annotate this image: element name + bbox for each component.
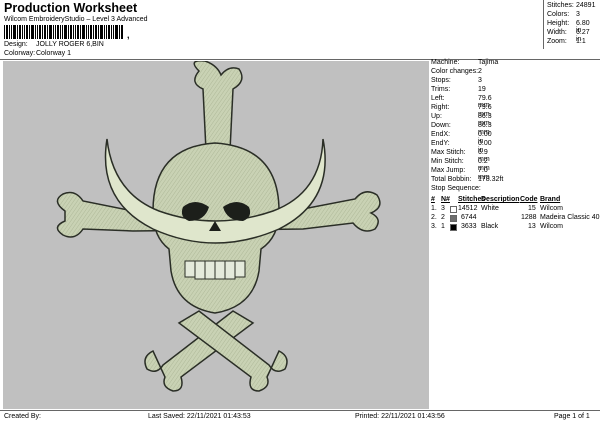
row-stitches: 14512 bbox=[458, 205, 478, 212]
col-header-code: Code bbox=[520, 196, 538, 203]
stat-value: 3 bbox=[576, 11, 580, 18]
barcode-suffix: , bbox=[127, 30, 130, 40]
prop-label: Right: bbox=[431, 104, 450, 111]
row-description: Black bbox=[481, 223, 499, 230]
prop-label: Trims: bbox=[431, 86, 451, 93]
stats-box: Stitches: 24891 Colors: 3 Height: 6.80 in W… bbox=[543, 0, 600, 49]
printed-date: Printed: 22/11/2021 01:43:56 bbox=[355, 413, 445, 420]
colorway-value: Colorway 1 bbox=[36, 50, 72, 57]
row-num: 1. bbox=[431, 205, 437, 212]
prop-label: Max Stitch: bbox=[431, 149, 466, 156]
stat-label: Stitches: bbox=[547, 2, 574, 9]
prop-row: Up: 86.3 mm bbox=[431, 113, 492, 127]
row-code: 13 bbox=[528, 223, 536, 230]
stat-stitches: Stitches: 24891 bbox=[547, 2, 595, 9]
row-needle: 2 bbox=[441, 214, 445, 221]
row-brand: Wilcom bbox=[540, 205, 563, 212]
stat-label: Height: bbox=[547, 20, 570, 27]
color-swatch bbox=[450, 206, 457, 213]
footer: Created By: Last Saved: 22/11/2021 01:43… bbox=[0, 410, 600, 425]
row-num: 2. bbox=[431, 214, 437, 221]
prop-value: Tajima bbox=[478, 59, 499, 66]
prop-label: EndX: bbox=[431, 131, 451, 138]
row-stitches: 6744 bbox=[461, 214, 477, 221]
color-swatch bbox=[450, 224, 457, 231]
prop-label: Down: bbox=[431, 122, 451, 129]
prop-label: Stops: bbox=[431, 77, 451, 84]
prop-label: Color changes: bbox=[431, 68, 479, 75]
prop-value: 2 bbox=[478, 68, 482, 75]
stat-label: Colors: bbox=[547, 11, 570, 18]
prop-label: Machine: bbox=[431, 59, 460, 66]
prop-label: Max Jump: bbox=[431, 167, 466, 174]
prop-row: Left: 79.6 mm bbox=[431, 95, 492, 109]
skull-crossbones-artwork bbox=[56, 59, 381, 392]
prop-row: EndX: 0.00 in bbox=[431, 131, 492, 145]
prop-row: Right: 79.6 mm bbox=[431, 104, 492, 118]
last-saved: Last Saved: 22/11/2021 01:43:53 bbox=[148, 413, 251, 420]
barcode bbox=[4, 25, 123, 39]
prop-row: Stops: 3 bbox=[431, 77, 482, 84]
software-subtitle: Wilcom EmbroideryStudio – Level 3 Advanc… bbox=[4, 16, 148, 23]
row-stitches: 3633 bbox=[461, 223, 477, 230]
stat-label: Width: bbox=[547, 29, 567, 36]
created-by: Created By: bbox=[4, 413, 41, 420]
stat-value: 24891 bbox=[576, 2, 596, 9]
row-needle: 3 bbox=[441, 205, 445, 212]
prop-row: Max Stitch: 6.9 mm bbox=[431, 149, 490, 163]
prop-row: EndY: 0.00 in bbox=[431, 140, 492, 154]
prop-row: Color changes: 2 bbox=[431, 68, 482, 75]
prop-row: Down: 86.3 mm bbox=[431, 122, 492, 136]
design-label: Design: bbox=[4, 41, 28, 48]
stat-height: Height: 6.80 in bbox=[547, 20, 590, 34]
stat-colors: Colors: 3 bbox=[547, 11, 580, 18]
row-needle: 1 bbox=[441, 223, 445, 230]
stop-sequence-title: Stop Sequence: bbox=[431, 185, 481, 192]
row-description: White bbox=[481, 205, 499, 212]
row-num: 3. bbox=[431, 223, 437, 230]
col-header-brand: Brand bbox=[540, 196, 561, 203]
row-code: 15 bbox=[528, 205, 536, 212]
colorway-label: Colorway: bbox=[4, 50, 36, 57]
page-title: Production Worksheet bbox=[4, 1, 138, 15]
prop-value: 178.32ft bbox=[478, 176, 504, 183]
row-brand: Wilcom bbox=[540, 223, 563, 230]
design-properties-panel: Machine: Tajima Color changes: 2 Stops: 3 T… bbox=[431, 59, 600, 409]
prop-row: Min Stitch: 0.2 mm bbox=[431, 158, 490, 172]
col-header-description: Description bbox=[481, 196, 520, 203]
prop-row: Machine: Tajima bbox=[431, 59, 498, 66]
prop-value: 3 bbox=[478, 77, 482, 84]
col-header-n: N# bbox=[441, 196, 450, 203]
stat-label: Zoom: bbox=[547, 38, 567, 45]
prop-label: Up: bbox=[431, 113, 442, 120]
prop-value: 19 bbox=[478, 86, 486, 93]
row-code: 1288 bbox=[521, 214, 537, 221]
prop-label: Min Stitch: bbox=[431, 158, 464, 165]
prop-label: EndY: bbox=[431, 140, 450, 147]
design-preview bbox=[3, 59, 429, 409]
color-swatch bbox=[450, 215, 457, 222]
page-number: Page 1 of 1 bbox=[554, 413, 590, 420]
prop-row: Trims: 19 bbox=[431, 86, 486, 93]
prop-label: Left: bbox=[431, 95, 445, 102]
prop-label: Total Bobbin: bbox=[431, 176, 472, 183]
design-value: JOLLY ROGER 6,BIN bbox=[36, 41, 104, 48]
prop-row: Max Jump: 7.0 mm bbox=[431, 167, 490, 181]
stat-width: Width: 6.27 in bbox=[547, 29, 590, 43]
stat-value: 1:1 bbox=[576, 38, 586, 45]
col-header-num: # bbox=[431, 196, 435, 203]
stat-zoom: Zoom: 1:1 bbox=[547, 38, 586, 45]
prop-row: Total Bobbin: 178.32ft bbox=[431, 176, 503, 183]
row-brand: Madeira Classic 40 bbox=[540, 214, 600, 221]
